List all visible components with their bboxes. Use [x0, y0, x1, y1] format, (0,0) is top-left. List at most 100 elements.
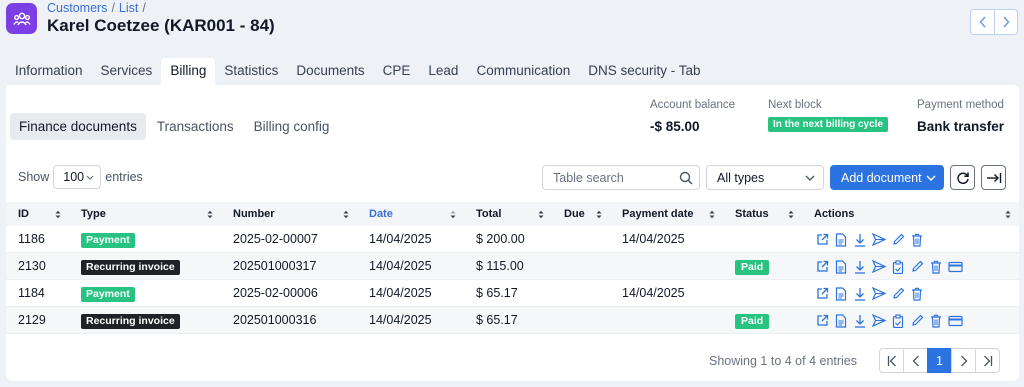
breadcrumb-customers[interactable]: Customers — [47, 1, 107, 15]
breadcrumb-separator: / — [142, 1, 146, 15]
cell-due — [552, 307, 610, 334]
cell-due — [552, 253, 610, 280]
breadcrumb-separator: / — [111, 1, 115, 15]
open-external-icon[interactable] — [814, 232, 830, 248]
download-icon[interactable] — [852, 286, 868, 302]
delete-icon[interactable] — [909, 232, 925, 248]
cell-id[interactable]: 2130 — [6, 253, 69, 280]
pdf-icon[interactable] — [833, 232, 849, 248]
column-header-number[interactable]: Number — [221, 202, 357, 226]
delete-icon[interactable] — [909, 286, 925, 302]
column-header-payment-date[interactable]: Payment date — [610, 202, 723, 226]
pdf-icon[interactable] — [833, 259, 849, 275]
pdf-icon[interactable] — [833, 286, 849, 302]
cell-payment-date — [610, 307, 723, 334]
download-icon[interactable] — [852, 259, 868, 275]
column-header-label: Type — [81, 208, 106, 220]
row-actions — [814, 280, 1019, 307]
sort-icon — [450, 210, 456, 219]
sort-icon — [596, 210, 602, 219]
clipboard-icon[interactable] — [890, 259, 906, 275]
billing-panel: Finance documents Transactions Billing c… — [6, 85, 1019, 381]
credit-card-icon[interactable] — [947, 313, 963, 329]
type-filter-select[interactable]: All types — [706, 165, 824, 190]
previous-record-button[interactable] — [970, 9, 994, 35]
edit-icon[interactable] — [890, 232, 906, 248]
add-document-button[interactable]: Add document — [830, 165, 944, 190]
open-external-icon[interactable] — [814, 313, 830, 329]
sort-icon — [343, 210, 349, 219]
arrow-to-right-icon — [986, 172, 1002, 184]
column-header-total[interactable]: Total — [464, 202, 552, 226]
pdf-icon[interactable] — [833, 313, 849, 329]
clipboard-icon[interactable] — [890, 313, 906, 329]
tab-documents[interactable]: Documents — [287, 58, 373, 85]
column-header-type[interactable]: Type — [69, 202, 221, 226]
delete-icon[interactable] — [928, 259, 944, 275]
cell-date: 14/04/2025 — [369, 286, 432, 300]
tab-cpe[interactable]: CPE — [374, 58, 420, 85]
credit-card-icon[interactable] — [947, 259, 963, 275]
record-navigation — [970, 9, 1018, 35]
cell-number[interactable]: 202501000317 — [221, 253, 357, 280]
first-page-button[interactable] — [879, 348, 904, 373]
status-badge: Paid — [735, 314, 770, 329]
tab-lead[interactable]: Lead — [419, 58, 467, 85]
next-record-button[interactable] — [994, 9, 1018, 35]
tab-communication[interactable]: Communication — [467, 58, 579, 85]
cell-id[interactable]: 1186 — [6, 226, 69, 253]
next-page-button[interactable] — [951, 348, 976, 373]
tab-services[interactable]: Services — [92, 58, 162, 85]
send-icon[interactable] — [871, 232, 887, 248]
sort-icon — [538, 210, 544, 219]
entries-select[interactable]: 100 — [53, 165, 102, 189]
cell-number[interactable]: 2025-02-00007 — [221, 226, 357, 253]
subtab-transactions[interactable]: Transactions — [148, 113, 243, 140]
column-header-label: Date — [369, 208, 393, 220]
cell-payment-date: 14/04/2025 — [622, 286, 685, 300]
next-block: Next block In the next billing cycle — [768, 99, 889, 132]
open-external-icon[interactable] — [814, 259, 830, 275]
add-document-label: Add document — [841, 170, 922, 185]
previous-page-button[interactable] — [903, 348, 928, 373]
subtab-finance-documents[interactable]: Finance documents — [10, 113, 146, 140]
next-block-label: Next block — [768, 99, 822, 111]
subtab-billing-config[interactable]: Billing config — [245, 113, 339, 140]
column-header-label: Total — [476, 208, 502, 220]
send-icon[interactable] — [871, 286, 887, 302]
cell-number[interactable]: 2025-02-00006 — [221, 280, 357, 307]
cell-id[interactable]: 1184 — [6, 280, 69, 307]
open-external-icon[interactable] — [814, 286, 830, 302]
edit-icon[interactable] — [909, 313, 925, 329]
first-page-icon — [887, 355, 897, 367]
column-header-due[interactable]: Due — [552, 202, 610, 226]
edit-icon[interactable] — [909, 259, 925, 275]
download-icon[interactable] — [852, 232, 868, 248]
cell-id[interactable]: 2129 — [6, 307, 69, 334]
cell-type: Payment — [69, 226, 221, 253]
column-header-actions[interactable]: Actions — [802, 202, 1019, 226]
download-icon[interactable] — [852, 313, 868, 329]
refresh-button[interactable] — [950, 165, 975, 190]
column-header-date[interactable]: Date — [357, 202, 464, 226]
table-row: 1184 Payment 2025-02-00006 14/04/2025 $ 65.1… — [6, 280, 1019, 307]
breadcrumb-list[interactable]: List — [119, 1, 138, 15]
last-page-button[interactable] — [975, 348, 1000, 373]
tab-billing[interactable]: Billing — [161, 58, 216, 85]
tab-information[interactable]: Information — [6, 58, 92, 85]
send-icon[interactable] — [871, 313, 887, 329]
cell-status — [723, 280, 802, 307]
refresh-icon — [956, 171, 970, 185]
column-header-id[interactable]: ID — [6, 202, 69, 226]
send-icon[interactable] — [871, 259, 887, 275]
edit-icon[interactable] — [890, 286, 906, 302]
delete-icon[interactable] — [928, 313, 944, 329]
cell-payment-date — [610, 253, 723, 280]
tab-statistics[interactable]: Statistics — [215, 58, 287, 85]
export-button[interactable] — [981, 165, 1006, 190]
cell-number[interactable]: 202501000316 — [221, 307, 357, 334]
column-header-status[interactable]: Status — [723, 202, 802, 226]
table-search-input[interactable]: Table search — [542, 165, 700, 190]
page-1-button[interactable]: 1 — [927, 348, 952, 373]
tab-dns-security[interactable]: DNS security - Tab — [579, 58, 709, 85]
